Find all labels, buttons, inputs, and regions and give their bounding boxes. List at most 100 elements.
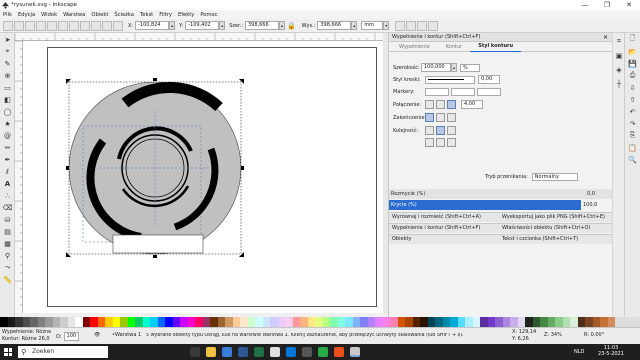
stroke-width-unit-select[interactable]: % [460,63,480,72]
rotate-cw-button[interactable] [47,20,57,31]
palette-swatch[interactable] [345,317,353,327]
palette-swatch[interactable] [517,317,525,327]
palette-swatch[interactable] [15,317,23,327]
task-view-icon[interactable] [190,347,200,357]
redo-icon[interactable]: ↷ [627,118,638,129]
app-icon[interactable] [318,347,328,357]
tab-fill[interactable]: Wypełnienie [391,42,438,52]
palette-swatch[interactable] [412,317,420,327]
palette-swatch[interactable] [435,317,443,327]
zoom-tool-icon[interactable]: ⊕ [2,70,13,81]
file-explorer-icon[interactable] [206,347,216,357]
palette-swatch[interactable] [532,317,540,327]
layer-icon[interactable]: 👁 [94,332,100,338]
fill-indicator[interactable]: Wypełnienie: Różne [2,329,51,335]
export-icon[interactable]: ⇧ [627,94,638,105]
rotation-indicator[interactable]: R: 0,00° [584,332,604,338]
zoom-field[interactable]: 34% [551,332,562,338]
end-marker-select[interactable] [477,88,501,96]
palette-swatch[interactable] [600,317,608,327]
cap-round-button[interactable] [436,113,445,122]
palette-swatch[interactable] [472,317,480,327]
unit-dropdown-icon[interactable]: ▾ [383,21,390,30]
palette-swatch[interactable] [367,317,375,327]
order-stroke-fill-button[interactable] [436,126,445,135]
miter-limit-field[interactable]: 4,00 [461,100,483,109]
color-palette[interactable] [0,317,640,327]
palette-swatch[interactable] [45,317,53,327]
palette-swatch[interactable] [217,317,225,327]
palette-swatch[interactable] [442,317,450,327]
text-tool-icon[interactable]: A [2,178,13,189]
stroke-width-spinner[interactable]: ▴ [451,63,457,72]
rectangle-tool-icon[interactable]: ▭ [2,82,13,93]
pencil-tool-icon[interactable]: ✏ [2,142,13,153]
palette-swatch[interactable] [247,317,255,327]
menu-layer[interactable]: Warstwa [60,12,88,18]
edge-icon[interactable] [286,347,296,357]
bucket-tool-icon[interactable]: ⛁ [2,214,13,225]
dash-offset-field[interactable]: 0,00 [478,75,500,84]
stroke-width-field[interactable]: 100,000 [421,63,451,72]
palette-swatch[interactable] [292,317,300,327]
opacity-indicator[interactable]: O: 100 [56,332,80,341]
join-round-button[interactable] [436,100,445,109]
object-properties-panel[interactable]: Właściwości obiektu (Shift+Ctrl+O) [502,224,590,233]
close-button[interactable]: ✕ [618,0,640,10]
dropper-tool-icon[interactable]: ⚲ [2,250,13,261]
palette-swatch[interactable] [450,317,458,327]
palette-swatch[interactable] [540,317,548,327]
select-all-button[interactable] [3,20,13,31]
palette-swatch[interactable] [97,317,105,327]
menu-filters[interactable]: Filtry [156,12,175,18]
scale-radii-button[interactable] [406,20,417,31]
palette-swatch[interactable] [67,317,75,327]
palette-swatch[interactable] [90,317,98,327]
menu-file[interactable]: Plik [0,12,15,18]
palette-swatch[interactable] [112,317,120,327]
join-miter-button[interactable] [447,100,456,109]
menu-edit[interactable]: Edycja [15,12,38,18]
zoom-icon[interactable]: 🔍 [627,154,638,165]
flip-horizontal-button[interactable] [58,20,68,31]
tab-stroke-style[interactable]: Styl konturu [470,41,522,52]
palette-swatch[interactable] [397,317,405,327]
chrome-icon[interactable] [334,347,344,357]
palette-swatch[interactable] [487,317,495,327]
palette-swatch[interactable] [232,317,240,327]
blur-row[interactable]: Rozmycie (%) 0,0 [389,189,613,199]
scale-stroke-button[interactable] [395,20,406,31]
menu-help[interactable]: Pomoc [197,12,220,18]
zoom-indicator[interactable]: Z: 34% [544,332,562,338]
opacity-status-field[interactable]: 100 [63,332,80,341]
palette-swatch[interactable] [465,317,473,327]
print-icon[interactable]: ⎙ [627,70,638,81]
menu-view[interactable]: Widok [38,12,60,18]
vertical-ruler[interactable] [15,40,23,313]
star-tool-icon[interactable]: ★ [2,118,13,129]
order-markers-button[interactable] [447,126,456,135]
palette-swatch[interactable] [225,317,233,327]
snap-bbox-icon[interactable]: ▣ [615,50,623,61]
palette-swatch[interactable] [360,317,368,327]
word-icon[interactable] [238,347,248,357]
bottom-rect[interactable] [112,234,204,254]
palette-swatch[interactable] [30,317,38,327]
palette-swatch[interactable] [120,317,128,327]
palette-swatch[interactable] [585,317,593,327]
order-stroke-markers-button[interactable] [447,138,456,147]
palette-swatch[interactable] [577,317,585,327]
palette-swatch[interactable] [510,317,518,327]
ellipse-tool-icon[interactable]: ◯ [2,106,13,117]
export-png-panel[interactable]: Wyeksportuj jako plik PNG (Shift+Ctrl+E) [502,213,605,222]
palette-swatch[interactable] [7,317,15,327]
palette-swatch[interactable] [502,317,510,327]
flip-vertical-button[interactable] [69,20,79,31]
palette-swatch[interactable] [202,317,210,327]
raise-to-top-button[interactable] [80,20,90,31]
mail-icon[interactable] [222,347,232,357]
drawing[interactable] [23,41,383,313]
close-icon[interactable]: ✕ [603,34,608,41]
menu-text[interactable]: Tekst [137,12,156,18]
palette-swatch[interactable] [210,317,218,327]
